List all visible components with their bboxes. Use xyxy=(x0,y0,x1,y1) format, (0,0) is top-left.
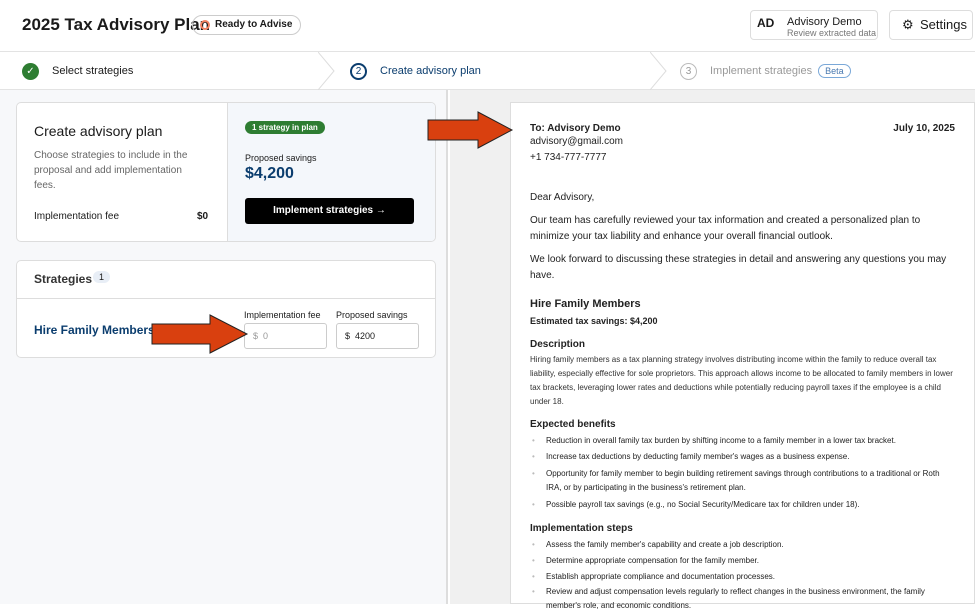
letter-recipient: To: Advisory Demo xyxy=(530,123,621,134)
strategy-heading: Hire Family Members xyxy=(530,298,641,310)
list-item: Establish appropriate compliance and doc… xyxy=(530,569,955,585)
strategies-count: 1 xyxy=(93,271,111,283)
page-title: 2025 Tax Advisory Plan xyxy=(22,15,211,34)
user-menu-button[interactable]: AD Advisory Demo Review extracted data xyxy=(750,10,878,40)
description-heading: Description xyxy=(530,339,586,350)
plan-summary-card: Create advisory plan Choose strategies t… xyxy=(16,102,436,242)
benefits-list: Reduction in overall family tax burden b… xyxy=(530,433,955,513)
list-item: Increase tax deductions by deducting fam… xyxy=(530,449,955,465)
letter-date: July 10, 2025 xyxy=(893,123,955,134)
recipient-phone: +1 734-777-7777 xyxy=(530,152,607,163)
fee-placeholder: 0 xyxy=(263,331,269,341)
benefits-heading: Expected benefits xyxy=(530,419,616,430)
status-badge: Ready to Advise xyxy=(192,15,302,35)
check-icon: ✓ xyxy=(22,62,39,80)
list-item: Determine appropriate compensation for t… xyxy=(530,553,955,569)
steps-list: Assess the family member's capability an… xyxy=(530,537,955,613)
settings-button[interactable]: ⚙ Settings xyxy=(889,10,973,40)
beta-badge: Beta xyxy=(818,64,851,78)
implementation-fee-input[interactable]: $ 0 xyxy=(244,323,327,349)
estimated-savings: Estimated tax savings: $4,200 xyxy=(530,316,658,326)
plan-title: Create advisory plan xyxy=(34,123,163,139)
user-name: Advisory Demo xyxy=(787,16,862,28)
closing-paragraph: We look forward to discussing these stra… xyxy=(530,254,947,281)
list-item: Reduction in overall family tax burden b… xyxy=(530,433,955,449)
greeting: Dear Advisory, xyxy=(530,192,595,203)
step-label: Select strategies xyxy=(52,65,134,77)
settings-label: Settings xyxy=(920,17,967,32)
step-implement[interactable]: 3 Implement strategies Beta xyxy=(680,52,851,90)
advisory-letter: To: Advisory Demo July 10, 2025 advisory@… xyxy=(510,102,975,610)
stepper: ✓ Select strategies 2 Create advisory plan… xyxy=(0,52,975,90)
currency-symbol: $ xyxy=(345,331,351,341)
plan-description: Choose strategies to include in the prop… xyxy=(34,150,188,191)
step-create-plan[interactable]: 2 Create advisory plan xyxy=(350,52,481,90)
step-separator xyxy=(650,52,667,90)
step-select-strategies[interactable]: ✓ Select strategies xyxy=(22,52,133,90)
avatar: AD xyxy=(757,16,775,30)
savings-value: $4,200 xyxy=(245,165,294,182)
step-number: 2 xyxy=(350,62,367,80)
annotation-arrow-icon xyxy=(151,314,249,354)
strategy-count-badge: 1 strategy in plan xyxy=(245,121,325,134)
savings-input-label: Proposed savings xyxy=(336,310,408,320)
strategies-title: Strategies xyxy=(34,272,93,286)
list-item: Possible payroll tax savings (e.g., no S… xyxy=(530,497,955,513)
fee-value: $0 xyxy=(197,211,209,222)
description-text: Hiring family members as a tax planning … xyxy=(530,355,953,406)
step-separator xyxy=(318,52,335,90)
fee-label: Implementation fee xyxy=(34,211,120,222)
implement-strategies-button[interactable]: Implement strategies → xyxy=(245,198,414,224)
step-label: Create advisory plan xyxy=(380,65,481,77)
proposed-savings-input[interactable]: $ 4200 xyxy=(336,323,419,349)
status-text: Ready to Advise xyxy=(215,19,293,30)
status-icon xyxy=(200,20,210,30)
user-subtitle: Review extracted data xyxy=(787,28,877,38)
steps-heading: Implementation steps xyxy=(530,523,633,534)
annotation-arrow-icon xyxy=(427,111,514,149)
recipient-email: advisory@gmail.com xyxy=(530,136,623,147)
preview-panel: To: Advisory Demo July 10, 2025 advisory@… xyxy=(450,90,975,610)
currency-symbol: $ xyxy=(253,331,259,341)
list-item: Review and adjust compensation levels re… xyxy=(530,585,955,613)
list-item: Assess the family member's capability an… xyxy=(530,537,955,553)
step-number: 3 xyxy=(680,62,697,80)
intro-paragraph: Our team has carefully reviewed your tax… xyxy=(530,215,921,242)
arrow-right-icon: → xyxy=(375,205,386,216)
strategy-name-link[interactable]: Hire Family Members xyxy=(34,323,155,337)
list-item: Opportunity for family member to begin b… xyxy=(530,467,955,495)
header: 2025 Tax Advisory Plan Ready to Advise A… xyxy=(0,0,975,52)
savings-input-value: 4200 xyxy=(355,331,376,341)
step-label: Implement strategies xyxy=(710,65,813,77)
fee-input-label: Implementation fee xyxy=(244,310,321,320)
savings-label: Proposed savings xyxy=(245,153,317,163)
gear-icon: ⚙ xyxy=(902,17,914,32)
button-label: Implement strategies xyxy=(273,205,374,216)
